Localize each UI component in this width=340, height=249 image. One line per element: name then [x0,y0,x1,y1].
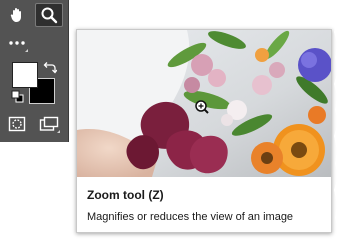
magnifier-icon [41,7,58,24]
foreground-color-swatch[interactable] [12,62,38,88]
zoom-tool-rich-tooltip: Zoom tool (Z) Magnifies or reduces the v… [76,29,332,233]
torn-edge-right [334,0,340,249]
tooltip-preview-image [77,30,331,177]
hand-tool-button[interactable] [4,4,30,26]
zoom-tool-button[interactable] [35,3,63,27]
screen-mode-button[interactable] [36,113,62,135]
hand-icon [10,8,21,22]
screen-mode-icon [39,116,59,131]
tooltip-description: Magnifies or reduces the view of an imag… [87,211,294,223]
edit-toolbar-button[interactable] [4,32,30,54]
torn-edge-bottom [0,240,340,249]
flyout-indicator-icon [25,49,28,52]
tooltip-title: Zoom tool (Z) [87,188,164,202]
tools-panel [0,0,69,142]
flyout-indicator-icon [57,130,60,133]
ellipsis-icon [9,41,25,45]
swap-colors-icon[interactable] [43,61,57,74]
quick-mask-icon [8,116,26,132]
default-colors-icon[interactable] [11,90,25,103]
quick-mask-button[interactable] [4,113,30,135]
